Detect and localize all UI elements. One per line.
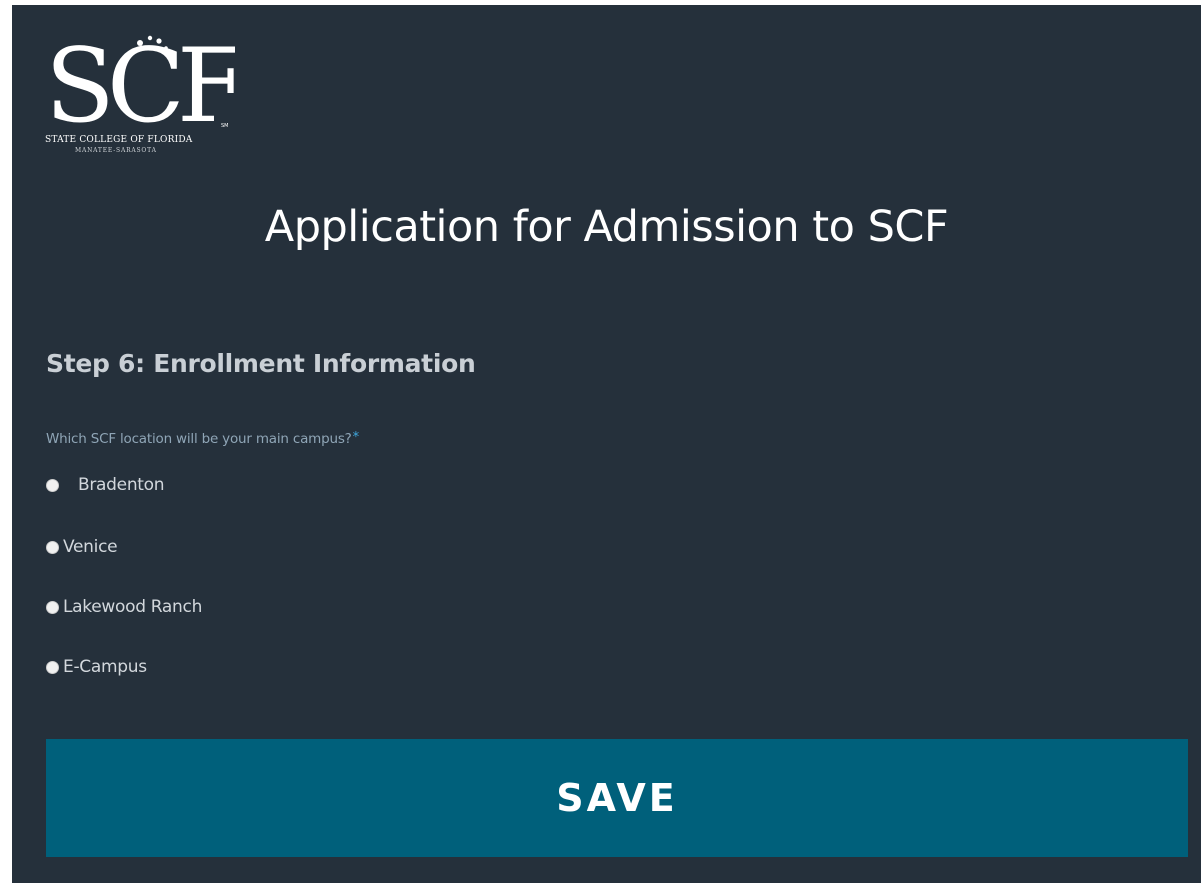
- logo-trademark: SM: [221, 123, 229, 129]
- save-button[interactable]: SAVE: [46, 739, 1188, 857]
- campus-option-label[interactable]: E-Campus: [63, 657, 147, 677]
- campus-question: Which SCF location will be your main cam…: [46, 430, 359, 447]
- logo-mark-text: SCF: [45, 33, 235, 133]
- radio-lakewood-ranch[interactable]: [46, 600, 59, 614]
- campus-option-e-campus[interactable]: E-Campus: [46, 657, 147, 677]
- campus-option-lakewood-ranch[interactable]: Lakewood Ranch: [46, 597, 202, 617]
- campus-option-label[interactable]: Bradenton: [78, 475, 165, 495]
- logo-college-name: STATE COLLEGE OF FLORIDA: [45, 135, 193, 145]
- scf-logo: SCF SM STATE COLLEGE OF FLORIDA MANATEE-…: [45, 33, 235, 161]
- required-marker: *: [352, 430, 360, 445]
- campus-option-label[interactable]: Venice: [63, 537, 118, 557]
- radio-venice[interactable]: [46, 540, 59, 554]
- radio-bradenton[interactable]: [46, 478, 59, 492]
- logo-region: MANATEE-SARASOTA: [75, 147, 157, 154]
- step-heading: Step 6: Enrollment Information: [46, 349, 476, 378]
- campus-option-venice[interactable]: Venice: [46, 537, 118, 557]
- campus-option-bradenton[interactable]: Bradenton: [46, 475, 165, 495]
- application-page: SCF SM STATE COLLEGE OF FLORIDA MANATEE-…: [12, 5, 1201, 883]
- page-title: Application for Admission to SCF: [264, 202, 949, 252]
- radio-e-campus[interactable]: [46, 660, 59, 674]
- campus-option-label[interactable]: Lakewood Ranch: [63, 597, 202, 617]
- scf-logo-mark: SCF SM: [45, 33, 235, 133]
- campus-question-text: Which SCF location will be your main cam…: [46, 431, 352, 447]
